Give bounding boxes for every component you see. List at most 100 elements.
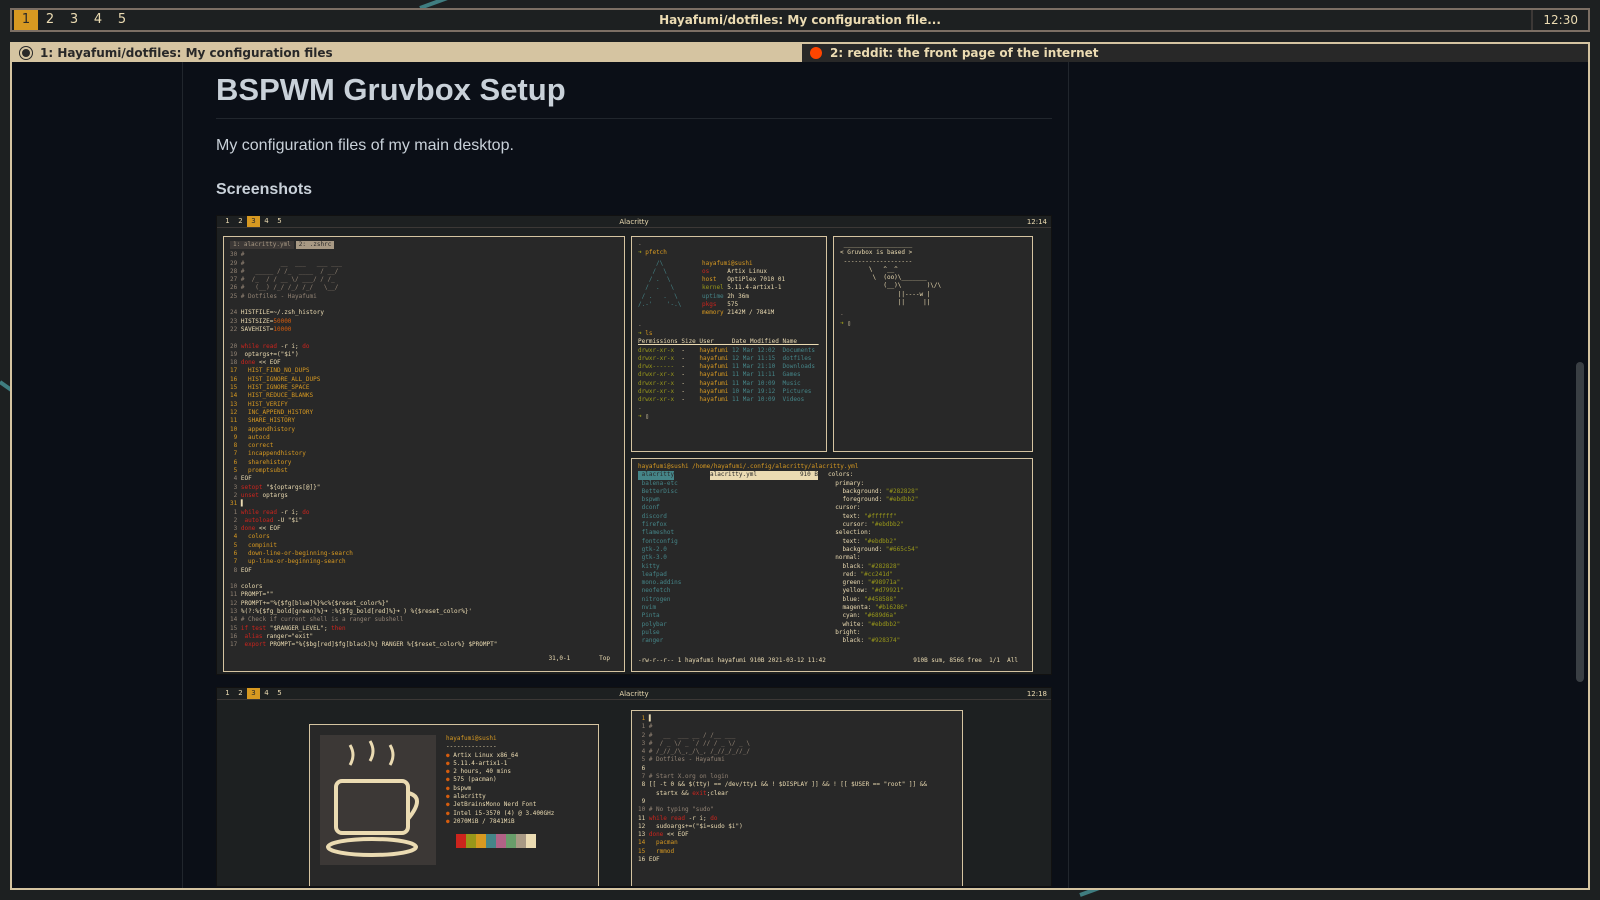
clock: 12:30 — [1531, 10, 1588, 30]
ranger-dir-item[interactable]: Pinta — [638, 612, 710, 620]
ranger-dir-item[interactable]: leafpad — [638, 571, 710, 579]
pfetch-uptime: 2h 36m — [727, 292, 749, 300]
neofetch-line: ● 2 hours, 40 mins — [446, 768, 512, 776]
tab-github[interactable]: 1: Hayafumi/dotfiles: My configuration f… — [12, 44, 802, 62]
workspace-2[interactable]: 2 — [38, 10, 62, 30]
pfetch-pkgs: 575 — [727, 301, 739, 309]
ranger-dir-item[interactable]: nitrogen — [638, 596, 710, 604]
vim-tabline: 1: alacritty.yml 2: .zshrc — [230, 241, 618, 250]
vim-cursor-position: 31,0-1 — [548, 654, 571, 662]
palette-swatch — [476, 834, 486, 849]
ranger-dir-item[interactable]: ranger — [638, 637, 710, 645]
ranger-path: hayafumi@sushi /home/hayafumi/.config/al… — [638, 463, 859, 470]
ranger-statusbar: -rw-r--r-- 1 hayafumi hayafumi 910B 2021… — [638, 657, 1018, 665]
screenshot-bar: 12345 Alacritty 12:14 — [217, 216, 1051, 228]
vim-terminal: 1: alacritty.yml 2: .zshrc 30 # 29 # __ … — [223, 236, 625, 672]
ranger-terminal: hayafumi@sushi /home/hayafumi/.config/al… — [631, 458, 1033, 672]
vim-scroll-position: Top — [599, 654, 610, 662]
ranger-directory-list: alacritty balena-etc BetterDisc bspwm dc… — [638, 471, 710, 645]
readme-title: BSPWM Gruvbox Setup — [216, 72, 1052, 119]
tab-bar: 1: Hayafumi/dotfiles: My configuration f… — [12, 44, 1588, 62]
pfetch-kernel: 5.11.4-artix1-1 — [727, 284, 782, 292]
editor-terminal: 1 ▌ 1 # 2 # __ ___ __ / /__ ___ 3 # / _ … — [631, 710, 963, 886]
palette-swatch — [446, 834, 456, 849]
ls-output: Permissions Size User Date Modified Name… — [638, 338, 820, 404]
shell-command: ls — [645, 329, 653, 337]
ranger-dir-item[interactable]: polybar — [638, 621, 710, 629]
workspace-4[interactable]: 4 — [86, 10, 110, 30]
ranger-dir-item[interactable]: fontconfig — [638, 538, 710, 546]
ranger-dir-item[interactable]: alacritty — [638, 471, 675, 480]
vim-statusline: 31,0-1 Top — [549, 655, 610, 663]
neofetch-user: hayafumi@sushi — [446, 735, 497, 742]
ranger-file-info: -rw-r--r-- 1 hayafumi hayafumi 910B 2021… — [638, 656, 826, 664]
neofetch-line: ● Artix Linux x86_64 — [446, 751, 519, 759]
neofetch-line: ● 2070MiB / 7841MiB — [446, 817, 515, 825]
ls-row: drwxr-xr-x - hayafumi 11 Mar 10:09 Video… — [638, 396, 819, 404]
pfetch-os: Artix Linux — [727, 267, 768, 275]
palette-swatch — [456, 834, 466, 849]
ranger-dir-item[interactable]: kitty — [638, 563, 710, 571]
ls-row: drwx------ - hayafumi 11 Mar 21:10 Downl… — [638, 363, 819, 371]
ls-row: drwxr-xr-x - hayafumi 12 Mar 12:02 Docum… — [638, 346, 819, 354]
neofetch-line: ● Intel i5-3570 (4) @ 3.400GHz — [446, 809, 555, 817]
pfetch-user: hayafumi@sushi — [702, 259, 753, 267]
browser-window: 1: Hayafumi/dotfiles: My configuration f… — [10, 42, 1590, 890]
ranger-dir-item[interactable]: dconf — [638, 504, 710, 512]
palette-swatch — [486, 834, 496, 849]
pfetch-host: OptiPlex 7010 01 — [727, 276, 786, 284]
ranger-file-size: 910 B — [799, 471, 818, 479]
ranger-dir-item[interactable]: nvim — [638, 604, 710, 612]
workspace-list: 12345 — [12, 10, 134, 30]
workspace-1[interactable]: 1 — [14, 10, 38, 30]
ranger-dir-item[interactable]: neofetch — [638, 587, 710, 595]
readme-description: My configuration files of my main deskto… — [216, 137, 514, 154]
screenshot-title: Alacritty — [619, 217, 649, 226]
ranger-file-name: alacritty.yml — [710, 471, 757, 479]
ranger-disk-info: 910B sum, 856G free 1/1 All — [913, 656, 1018, 664]
workspace-5[interactable]: 5 — [110, 10, 134, 30]
ls-row: drwxr-xr-x - hayafumi 10 Mar 19:12 Pictu… — [638, 388, 819, 396]
screenshot-clock: 12:14 — [1026, 217, 1047, 226]
palette-swatch — [496, 834, 506, 849]
ranger-dir-item[interactable]: balena-etc — [638, 480, 710, 488]
ranger-selected-file[interactable]: alacritty.yml 910 B — [710, 471, 818, 480]
tab-label: 1: Hayafumi/dotfiles: My configuration f… — [40, 46, 333, 60]
palette-swatch — [516, 834, 526, 849]
ranger-dir-item[interactable]: firefox — [638, 521, 710, 529]
ls-row: drwxr-xr-x - hayafumi 11 Mar 10:09 Music — [638, 379, 819, 387]
scrollbar-thumb[interactable] — [1576, 362, 1584, 682]
neofetch-line: ● alacritty — [446, 793, 486, 801]
ranger-dir-item[interactable]: gtk-2.0 — [638, 546, 710, 554]
cowsay-terminal: ___________________ < Gruvbox is based >… — [833, 236, 1033, 452]
ranger-dir-item[interactable]: mono.addins — [638, 579, 710, 587]
coffee-ascii-art — [320, 735, 436, 865]
tab-reddit[interactable]: 2: reddit: the front page of the interne… — [802, 44, 1588, 62]
ranger-dir-item[interactable]: pulse — [638, 629, 710, 637]
palette-swatch — [506, 834, 516, 849]
column-divider — [182, 62, 183, 888]
neofetch-line: ● bspwm — [446, 784, 472, 792]
ls-header: Permissions Size User Date Modified Name — [638, 338, 819, 346]
pfetch-memory: 2142M / 7841M — [727, 309, 775, 317]
pfetch-terminal: - ➜ pfetch /\ / \ / . \ / . \ / . . \ /.… — [631, 236, 827, 452]
neofetch-info: ● Artix Linux x86_64 ● 5.11.4-artix1-1 ● 2… — [446, 752, 554, 827]
palette-swatch — [466, 834, 476, 849]
shell-command: pfetch — [645, 249, 667, 257]
top-bar: 12345 Hayafumi/dotfiles: My configuratio… — [10, 8, 1590, 32]
readme-content: BSPWM Gruvbox Setup My configuration fil… — [216, 62, 1052, 887]
page-content: BSPWM Gruvbox Setup My configuration fil… — [12, 62, 1588, 888]
ranger-dir-item[interactable]: BetterDisc — [638, 488, 710, 496]
vim-tab: 1: alacritty.yml — [230, 241, 294, 250]
ranger-dir-item[interactable]: flameshot — [638, 529, 710, 537]
screenshot-bar: 12345 Alacritty 12:18 — [217, 688, 1051, 700]
coffee-cup-icon — [326, 740, 419, 857]
neofetch-line: ● 5.11.4-artix1-1 — [446, 759, 508, 767]
ranger-dir-item[interactable]: discord — [638, 513, 710, 521]
ranger-dir-item[interactable]: gtk-3.0 — [638, 554, 710, 562]
scrollbar[interactable] — [1574, 62, 1586, 888]
ranger-dir-item[interactable]: bspwm — [638, 496, 710, 504]
vim-tab: 2: .zshrc — [295, 241, 335, 250]
focused-window-title: Hayafumi/dotfiles: My configuration file… — [659, 13, 941, 27]
workspace-3[interactable]: 3 — [62, 10, 86, 30]
